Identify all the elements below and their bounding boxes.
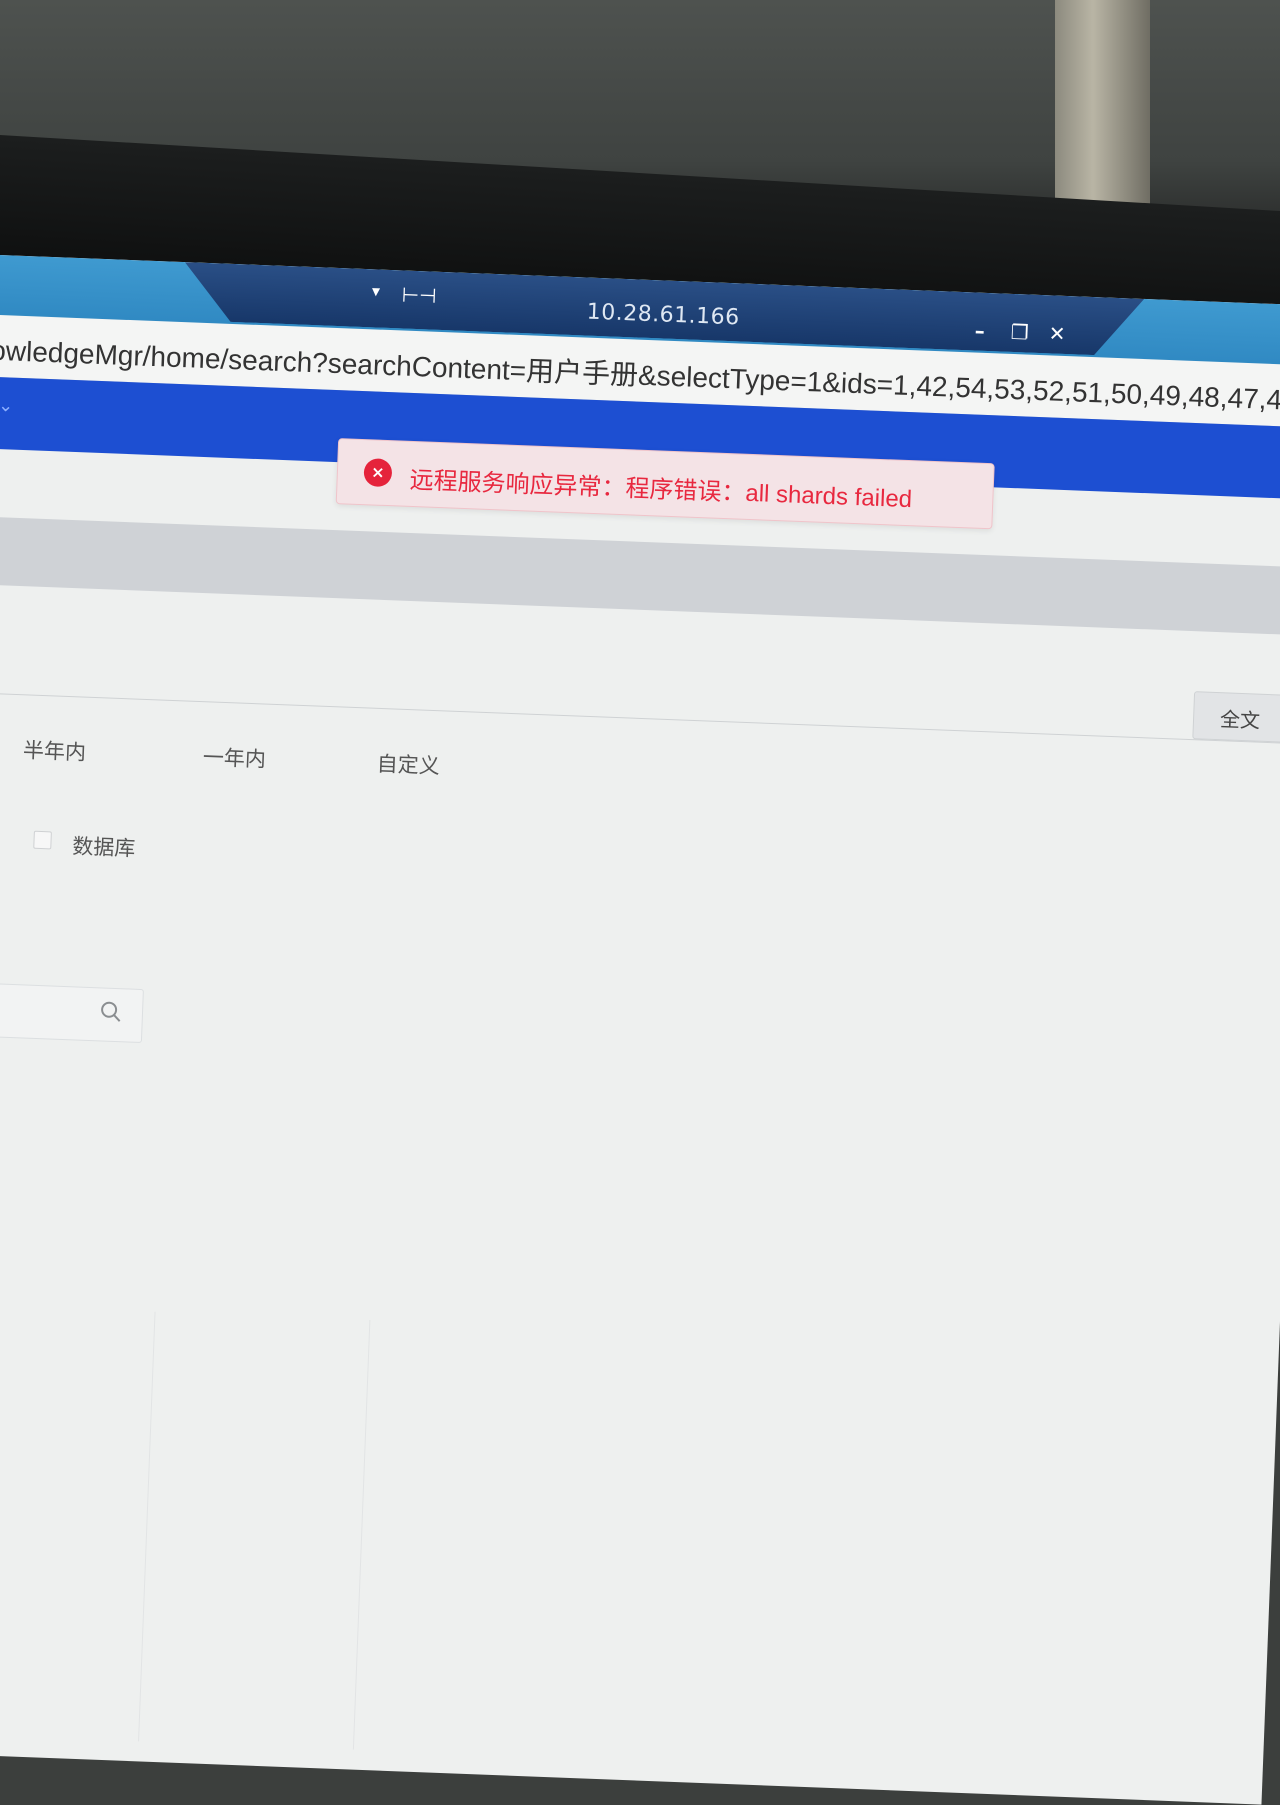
- database-label: 数据库: [71, 834, 136, 861]
- fulltext-button[interactable]: 全文: [1192, 691, 1280, 744]
- fulltext-button-label: 全文: [1219, 707, 1261, 733]
- time-option-one-year[interactable]: 一年内: [202, 741, 266, 773]
- minimize-icon[interactable]: –: [974, 318, 985, 342]
- chevron-down-icon[interactable]: ⌄: [0, 395, 14, 417]
- error-icon: ×: [363, 458, 393, 488]
- close-icon[interactable]: ✕: [1048, 321, 1066, 346]
- search-input[interactable]: [0, 982, 144, 1044]
- background-door-frame: [1055, 0, 1150, 215]
- screen: ▾ ⊢⊣ 10.28.61.166 – ❐ ✕ owledgeMgr/home/…: [0, 255, 1280, 1805]
- toolbar-band: [0, 516, 1280, 636]
- time-option-half-year[interactable]: 半年内: [22, 734, 87, 766]
- divider: [0, 692, 1280, 745]
- search-icon[interactable]: [100, 1000, 123, 1023]
- divider: [138, 1311, 156, 1742]
- database-checkbox[interactable]: [33, 830, 52, 850]
- time-option-custom[interactable]: 自定义: [376, 748, 440, 780]
- restore-icon[interactable]: ❐: [1010, 320, 1029, 345]
- error-message: 远程服务响应异常：程序错误：all shards failed: [409, 466, 913, 514]
- divider: [352, 1319, 371, 1750]
